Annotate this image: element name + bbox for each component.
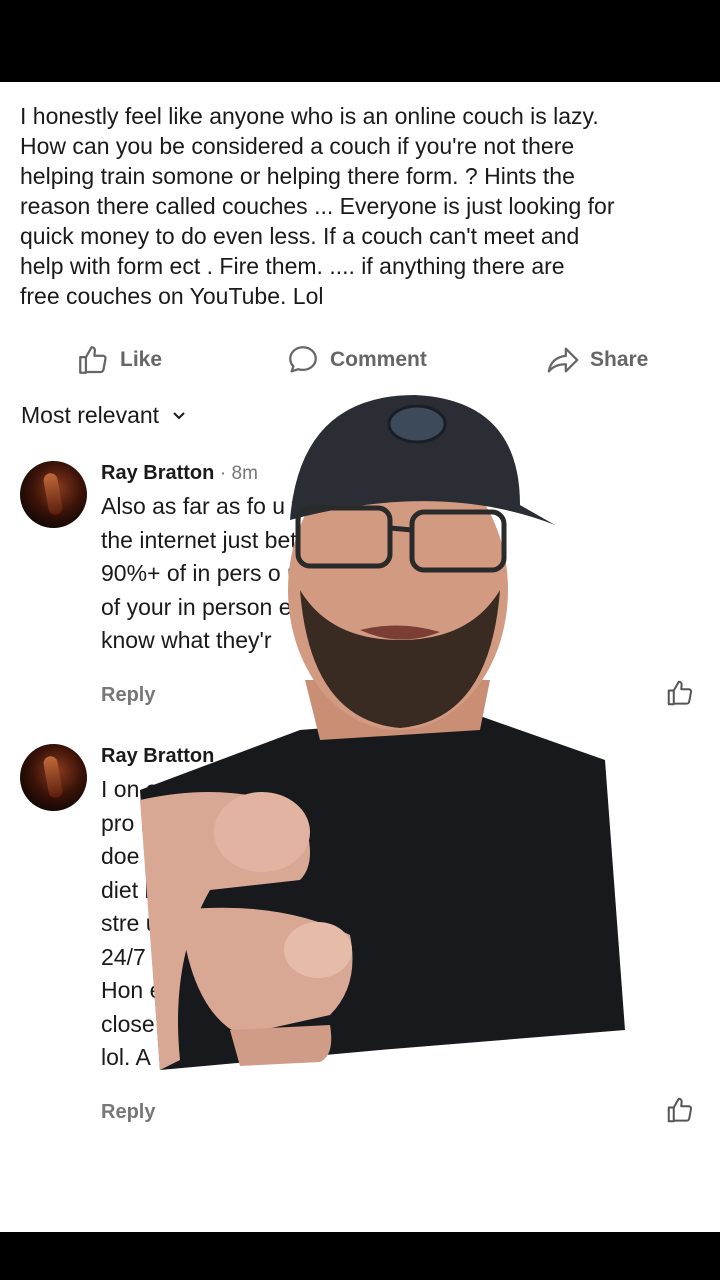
thumbs-up-icon: [665, 680, 695, 712]
like-button[interactable]: Like: [76, 340, 162, 380]
sort-label: Most relevant: [21, 402, 160, 428]
comment-body: I on actually pro ner doe ial in diet li…: [101, 776, 228, 1070]
status-bar: [0, 0, 720, 82]
like-label: Like: [120, 348, 163, 371]
comment-author-name: Ray Bratton: [101, 462, 215, 484]
avatar[interactable]: [20, 744, 87, 811]
thumbs-up-icon: [76, 343, 110, 377]
share-arrow-icon: [546, 343, 580, 377]
share-button[interactable]: Share: [546, 340, 648, 380]
thumbs-up-icon: [665, 1097, 695, 1129]
post-text: I honestly feel like anyone who is an on…: [20, 103, 615, 309]
comment-sort-dropdown[interactable]: Most relevant: [21, 402, 187, 429]
comment-body: Also as far as fo u form over the intern…: [101, 493, 444, 653]
comment-time: · 8m: [219, 463, 258, 484]
chevron-down-icon: [171, 402, 187, 429]
home-indicator-bar: [0, 1232, 720, 1280]
avatar[interactable]: [20, 461, 87, 528]
reply-button[interactable]: Reply: [101, 1101, 155, 1124]
comment-button[interactable]: Comment: [286, 340, 427, 380]
comment-author[interactable]: Ray Bratton: [101, 745, 214, 768]
reply-button[interactable]: Reply: [101, 684, 155, 707]
comment-like-button[interactable]: [665, 678, 695, 713]
speech-bubble-icon: [286, 343, 320, 377]
comment-author-name: Ray Bratton: [101, 745, 215, 767]
share-label: Share: [590, 348, 649, 371]
comment-like-button[interactable]: [665, 1095, 695, 1130]
post-actions: Like Comment Share: [0, 340, 720, 380]
comment-author[interactable]: Ray Bratton · 8m: [101, 462, 258, 485]
comment-label: Comment: [330, 348, 427, 371]
